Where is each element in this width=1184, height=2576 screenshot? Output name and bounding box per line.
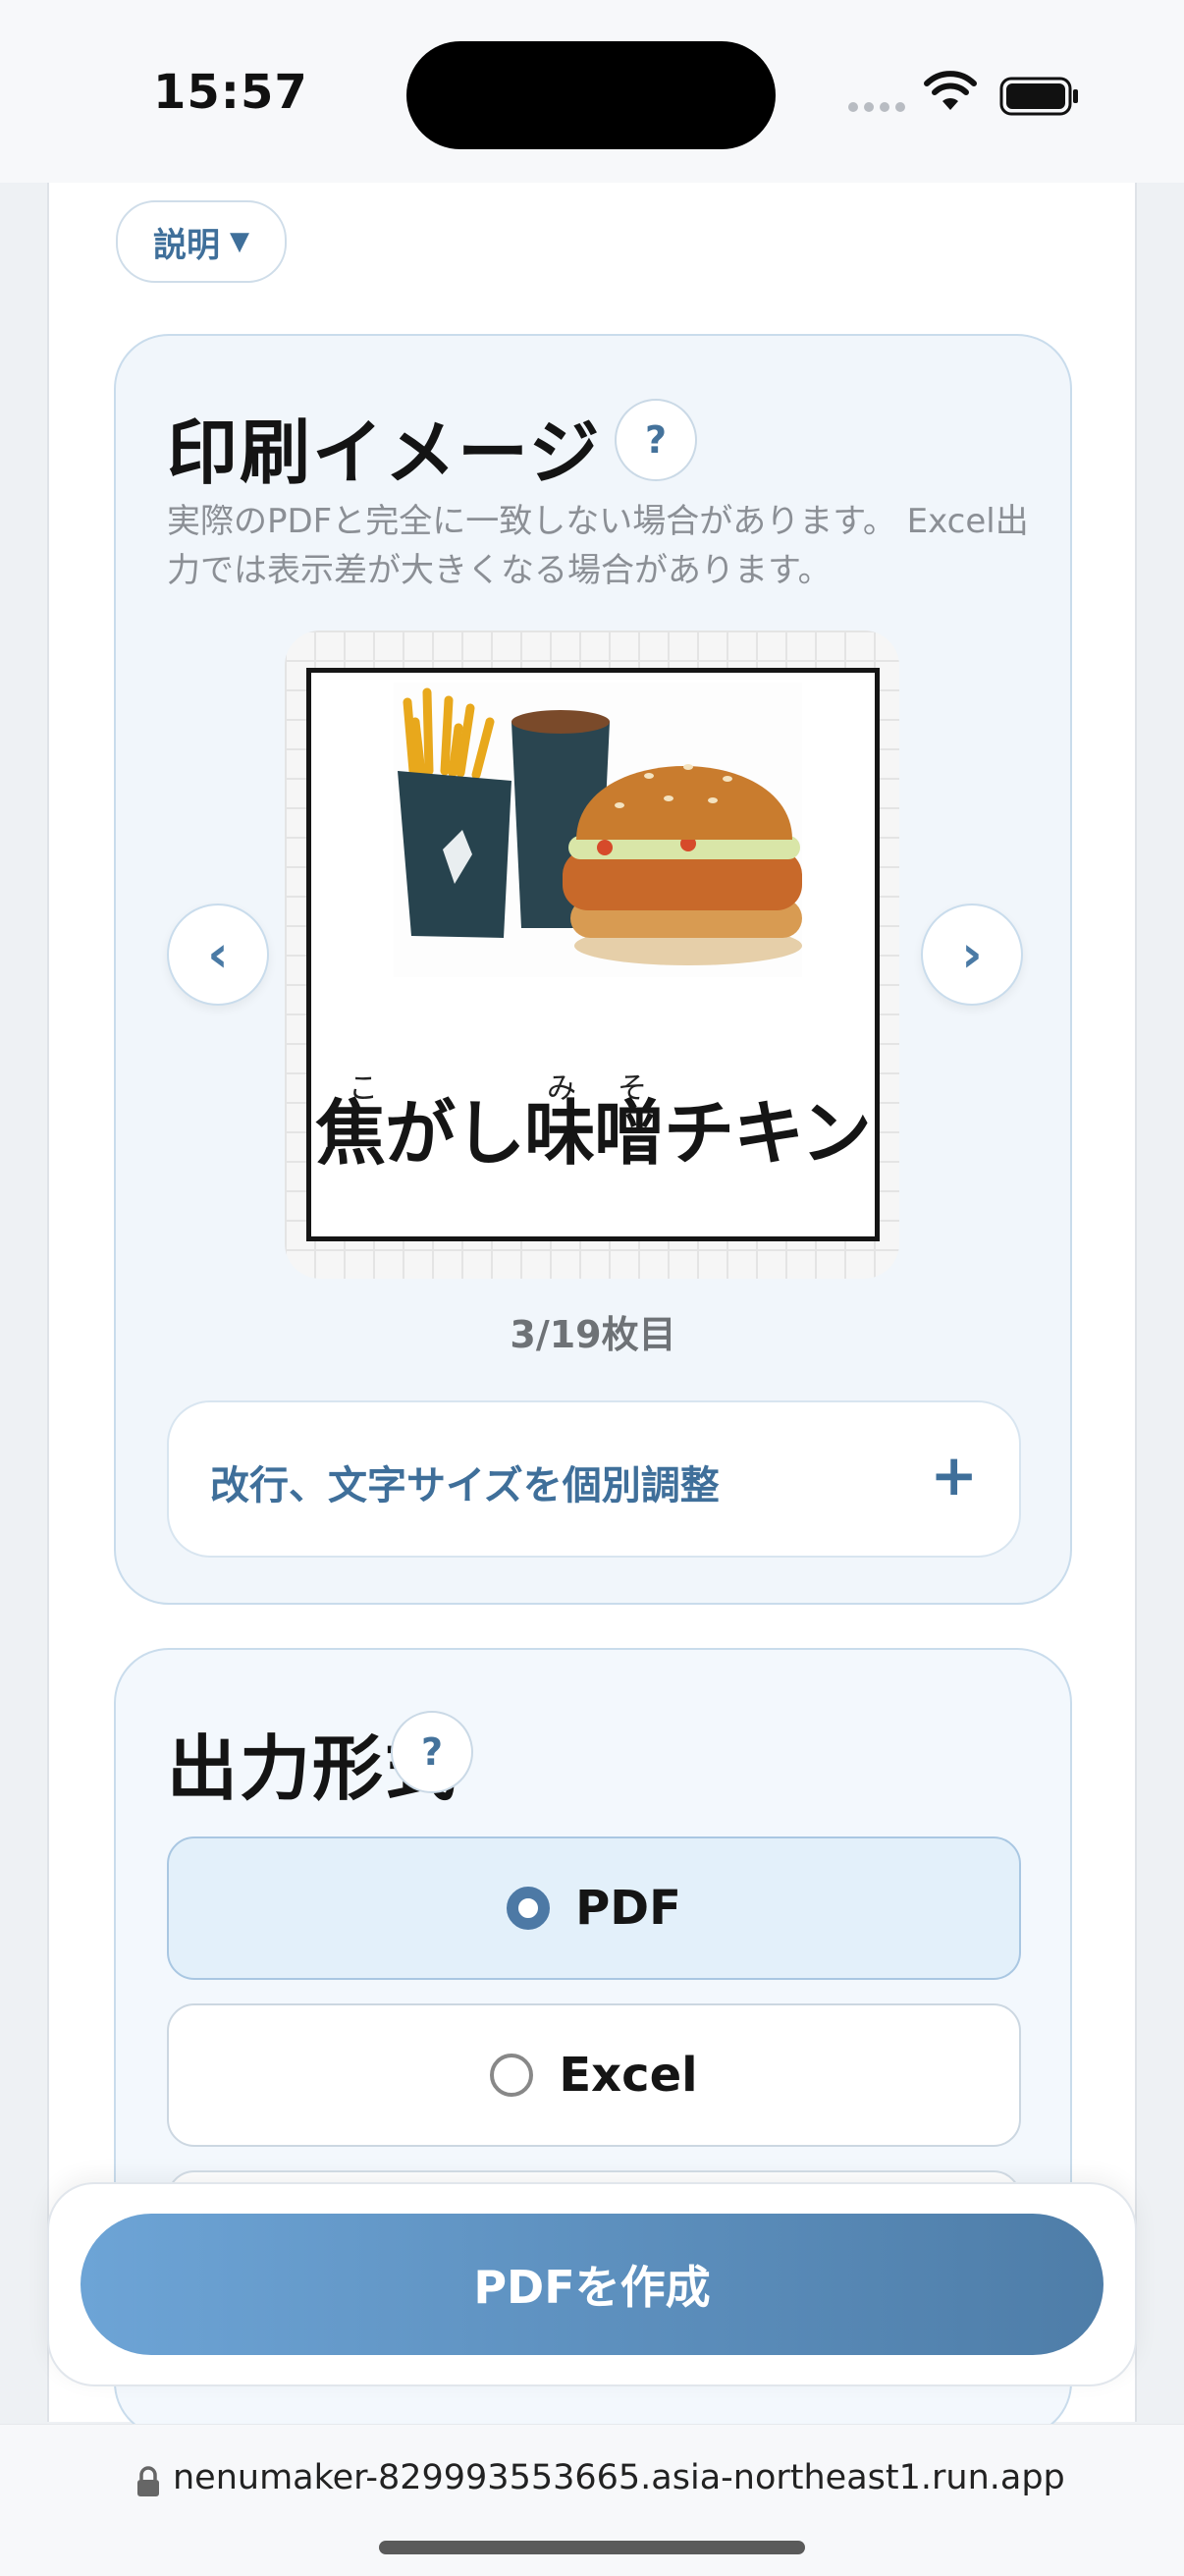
- create-pdf-button[interactable]: PDFを作成: [81, 2214, 1103, 2355]
- radio-unselected-icon: [490, 2054, 534, 2097]
- explain-label: 説明: [153, 225, 220, 265]
- format-option-label: Excel: [559, 2048, 698, 2103]
- burger-set-image: [394, 683, 802, 977]
- menu-item-name: 焦がし味噌チキン: [315, 1092, 872, 1175]
- previous-page-button[interactable]: ‹: [167, 904, 269, 1006]
- print-preview-help-button[interactable]: ?: [615, 399, 697, 481]
- format-option-excel[interactable]: Excel: [167, 2003, 1021, 2147]
- print-preview-title: 印刷イメージ: [167, 411, 602, 494]
- lock-icon: [137, 2466, 159, 2496]
- home-indicator: [379, 2541, 805, 2554]
- page-counter: 3/19枚目: [510, 1313, 676, 1356]
- browser-url-bar[interactable]: nenumaker-829993553665.asia-northeast1.r…: [0, 2424, 1184, 2576]
- print-preview-note: 実際のPDFと完全に一致しない場合があります。 Excel出力では表示差が大きく…: [167, 502, 1029, 590]
- url-text: nenumaker-829993553665.asia-northeast1.r…: [173, 2458, 1065, 2497]
- format-option-pdf[interactable]: PDF: [167, 1836, 1021, 1980]
- plus-icon: +: [930, 1442, 978, 1508]
- dynamic-island: [406, 41, 776, 149]
- radio-selected-icon: [507, 1887, 551, 1930]
- triangle-down-icon: ▼: [230, 227, 249, 256]
- action-bar: PDFを作成: [47, 2182, 1137, 2386]
- output-format-help-button[interactable]: ?: [391, 1711, 473, 1793]
- status-time: 15:57: [153, 65, 308, 120]
- status-bar: 15:57: [0, 0, 1184, 183]
- preview-page: こ み そ 焦がし味噌チキン: [306, 668, 880, 1241]
- format-option-label: PDF: [575, 1881, 681, 1936]
- preview-frame: こ み そ 焦がし味噌チキン: [285, 630, 899, 1279]
- individual-adjust-label: 改行、文字サイズを個別調整: [210, 1463, 720, 1508]
- print-preview-card: 印刷イメージ ? 実際のPDFと完全に一致しない場合があります。 Excel出力…: [114, 334, 1072, 1605]
- cellular-signal-icon: [848, 102, 905, 112]
- battery-icon: [999, 77, 1078, 116]
- individual-adjust-expander[interactable]: 改行、文字サイズを個別調整 +: [167, 1400, 1021, 1558]
- next-page-button[interactable]: ›: [921, 904, 1023, 1006]
- wifi-icon: [924, 71, 977, 110]
- explain-toggle-button[interactable]: 説明 ▼: [116, 200, 287, 283]
